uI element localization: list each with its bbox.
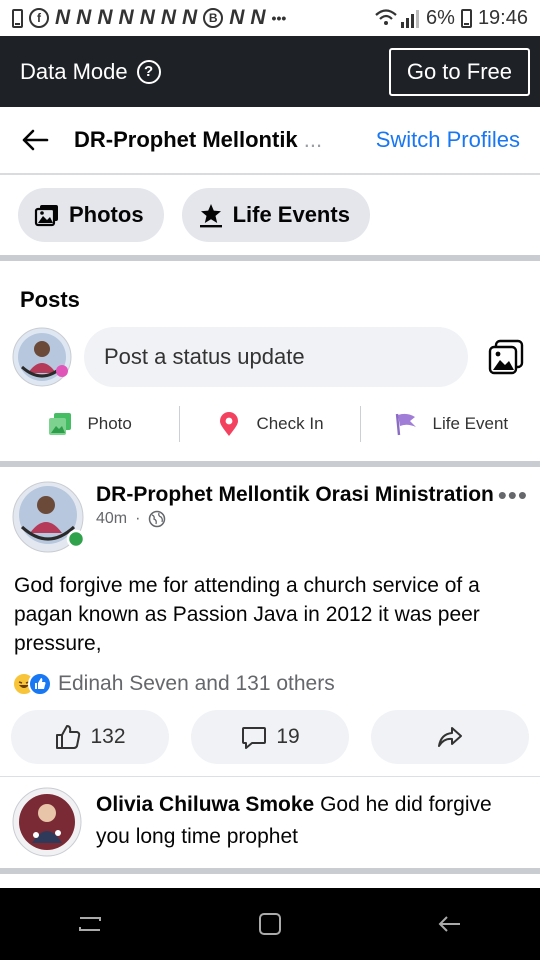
facebook-notification-icon: f (29, 8, 49, 28)
commenter-avatar[interactable] (12, 787, 82, 857)
go-to-free-button[interactable]: Go to Free (388, 47, 530, 96)
post-time[interactable]: 40m (96, 510, 127, 528)
share-button[interactable] (371, 710, 529, 764)
comment-button[interactable]: 19 (191, 710, 349, 764)
post-meta: DR-Prophet Mellontik Orasi Ministration … (96, 481, 498, 553)
comment-bubble-icon (242, 727, 267, 749)
star-flag-icon (199, 204, 222, 228)
like-count: 132 (90, 725, 126, 748)
composer-row: Post a status update (0, 313, 540, 387)
check-in-action[interactable]: Check In (179, 406, 359, 442)
switch-profiles-link[interactable]: Switch Profiles (376, 127, 520, 153)
notification-n-icon: N (76, 6, 92, 29)
photos-icon (34, 205, 58, 227)
like-reaction-icon (28, 672, 52, 696)
status-system: 6% 19:46 (374, 7, 528, 30)
check-in-action-label: Check In (256, 414, 324, 433)
photo-icon (49, 413, 72, 435)
profile-header: DR-Prophet Mellontik ... Switch Profiles (0, 107, 540, 175)
system-navigation-bar (0, 888, 540, 960)
life-event-action[interactable]: Life Event (359, 406, 540, 442)
comment-preview[interactable]: Olivia Chiluwa Smoke God he did forgive … (0, 776, 540, 874)
post-body-text: God forgive me for attending a church se… (14, 574, 480, 655)
share-arrow-icon (438, 727, 462, 747)
notification-n-icon: N (118, 6, 134, 29)
profile-chips: Photos Life Events (0, 175, 540, 261)
recent-apps-icon[interactable] (75, 909, 105, 939)
composer-actions: Photo Check In Life Event (0, 387, 540, 461)
help-icon[interactable]: ? (136, 59, 161, 84)
post-author-name[interactable]: DR-Prophet Mellontik Orasi Ministration (96, 481, 498, 509)
notification-n-icon: N (250, 6, 266, 29)
life-events-chip[interactable]: Life Events (181, 188, 370, 242)
like-button[interactable]: 132 (11, 710, 169, 764)
comment-author-name[interactable]: Olivia Chiluwa Smoke (96, 793, 314, 816)
status-notifications: f N N N N N N N B N N ••• (12, 6, 286, 30)
profile-avatar[interactable] (12, 327, 72, 387)
title-ellipsis: ... (303, 127, 323, 152)
location-pin-icon (220, 412, 239, 436)
notification-n-icon: N (229, 6, 245, 29)
post-timestamp-row: 40m · (96, 510, 498, 528)
reactions-summary[interactable]: Edinah Seven and 131 others (0, 658, 540, 696)
comment-count: 19 (276, 725, 300, 748)
reactions-text: Edinah Seven and 131 others (58, 672, 335, 695)
reaction-icons (12, 672, 52, 696)
post-header: DR-Prophet Mellontik Orasi Ministration … (0, 481, 540, 553)
photo-action[interactable]: Photo (0, 406, 179, 442)
home-icon[interactable] (255, 909, 285, 939)
b-notification-icon: B (203, 8, 224, 28)
status-update-input[interactable]: Post a status update (84, 327, 468, 387)
back-icon[interactable] (435, 909, 465, 939)
thumbs-up-icon (56, 725, 81, 749)
comment-body: Olivia Chiluwa Smoke God he did forgive … (96, 789, 528, 858)
more-notifications-icon: ••• (271, 10, 287, 26)
post-author-avatar[interactable] (12, 481, 86, 553)
battery-icon (460, 8, 472, 28)
photos-chip-label: Photos (69, 202, 144, 227)
separator-dot: · (135, 510, 141, 527)
notification-n-icon: N (55, 6, 71, 29)
feed-post: DR-Prophet Mellontik Orasi Ministration … (0, 467, 540, 874)
more-options-icon[interactable]: ••• (498, 482, 528, 553)
page-title-text: DR-Prophet Mellontik (74, 127, 298, 152)
data-mode-bar: Data Mode ? Go to Free (0, 36, 540, 107)
life-events-chip-label: Life Events (232, 202, 350, 227)
posts-heading: Posts (20, 287, 80, 312)
posts-composer-section: Posts Post a status update Photo Check I… (0, 261, 540, 467)
notification-n-icon: N (160, 6, 177, 29)
clock: 19:46 (477, 6, 528, 29)
globe-icon (149, 510, 166, 528)
notification-n-icon: N (182, 6, 198, 29)
battery-percent: 6% (426, 6, 455, 29)
post-actions: 132 19 (0, 696, 540, 764)
flag-icon (395, 413, 416, 436)
back-arrow-icon[interactable] (20, 125, 50, 155)
add-photo-icon[interactable] (486, 337, 526, 377)
wifi-signal-icon (375, 9, 420, 28)
status-bar: f N N N N N N N B N N ••• 6% 19:46 (0, 0, 540, 36)
notification-n-icon: N (139, 6, 155, 29)
photos-chip[interactable]: Photos (18, 188, 164, 242)
life-event-action-label: Life Event (432, 414, 509, 433)
photo-action-label: Photo (87, 414, 132, 433)
data-mode-info[interactable]: Data Mode ? (20, 59, 161, 85)
page-title: DR-Prophet Mellontik ... (74, 127, 376, 153)
data-mode-label: Data Mode (20, 58, 128, 84)
notification-n-icon: N (97, 6, 113, 29)
battery-small-icon (12, 8, 23, 28)
